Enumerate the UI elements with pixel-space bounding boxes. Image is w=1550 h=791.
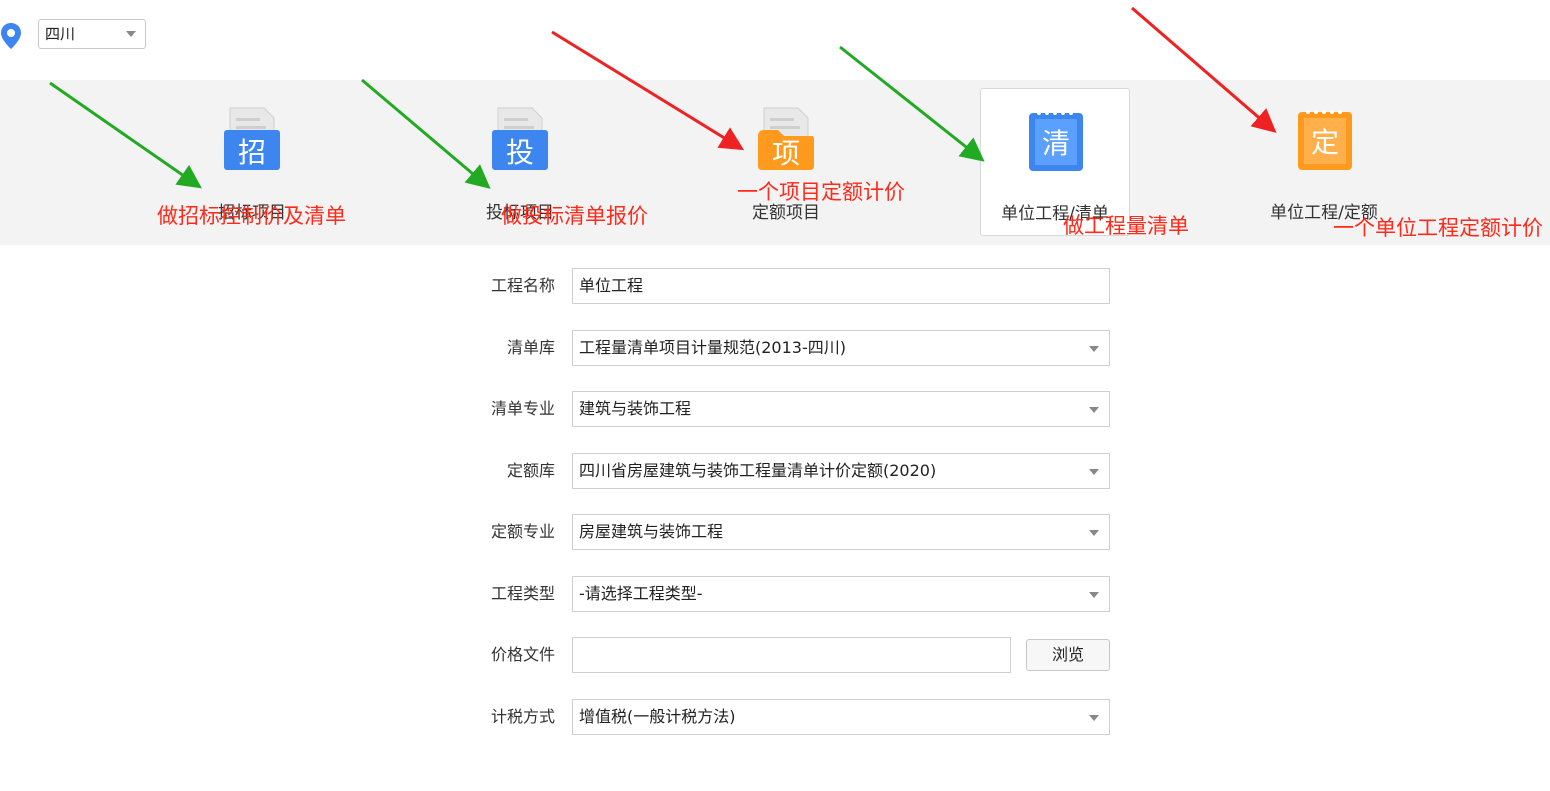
- document-icon: 投: [492, 107, 548, 170]
- project-type-select[interactable]: -请选择工程类型-: [572, 576, 1110, 612]
- annotation-text: 做工程量清单: [1063, 214, 1189, 238]
- field-label: 定额专业: [490, 522, 555, 541]
- type-glyph: 投: [506, 136, 534, 169]
- document-icon: 招: [224, 107, 280, 170]
- annotation-text: 一个单位工程定额计价: [1333, 216, 1543, 240]
- chevron-down-icon: [1089, 346, 1099, 352]
- browse-button[interactable]: 浏览: [1026, 639, 1110, 671]
- form-row-bill-specialty: 清单专业 建筑与装饰工程: [470, 391, 1110, 427]
- select-value: 房屋建筑与装饰工程: [579, 522, 724, 541]
- document-icon: 项: [758, 107, 814, 170]
- field-label: 定额库: [506, 461, 555, 480]
- form-row-tax-method: 计税方式 增值税(一般计税方法): [470, 699, 1110, 735]
- region-select-value: 四川: [45, 25, 76, 43]
- notebook-icon: 定: [1298, 110, 1352, 170]
- bill-library-select[interactable]: 工程量清单项目计量规范(2013-四川): [572, 330, 1110, 366]
- type-glyph: 招: [238, 136, 266, 169]
- region-select[interactable]: 四川: [38, 19, 146, 49]
- project-type-quota[interactable]: 项 定额项目: [711, 80, 861, 240]
- price-file-input[interactable]: [572, 637, 1011, 673]
- chevron-down-icon: [1089, 530, 1099, 536]
- tax-method-select[interactable]: 增值税(一般计税方法): [572, 699, 1110, 735]
- select-value: 建筑与装饰工程: [579, 399, 692, 418]
- quota-library-select[interactable]: 四川省房屋建筑与装饰工程量清单计价定额(2020): [572, 453, 1110, 489]
- chevron-down-icon: [126, 31, 136, 37]
- form-row-project-name: 工程名称 单位工程: [470, 268, 1110, 304]
- form-row-project-type: 工程类型 -请选择工程类型-: [470, 576, 1110, 612]
- chevron-down-icon: [1089, 469, 1099, 475]
- select-value: 四川省房屋建筑与装饰工程量清单计价定额(2020): [579, 461, 937, 480]
- field-label: 工程类型: [490, 584, 555, 603]
- field-label: 价格文件: [490, 645, 555, 664]
- field-label: 清单库: [506, 338, 555, 357]
- chevron-down-icon: [1089, 592, 1099, 598]
- annotation-text: 一个项目定额计价: [737, 180, 905, 204]
- select-value: 工程量清单项目计量规范(2013-四川): [579, 338, 846, 357]
- chevron-down-icon: [1089, 715, 1099, 721]
- form-row-quota-library: 定额库 四川省房屋建筑与装饰工程量清单计价定额(2020): [470, 453, 1110, 489]
- form-row-quota-specialty: 定额专业 房屋建筑与装饰工程: [470, 514, 1110, 550]
- type-glyph: 清: [1042, 127, 1070, 160]
- notebook-icon: 清: [1029, 111, 1083, 171]
- form-row-bill-library: 清单库 工程量清单项目计量规范(2013-四川): [470, 330, 1110, 366]
- annotation-text: 做投标清单报价: [501, 204, 648, 228]
- field-label: 计税方式: [490, 707, 555, 726]
- annotation-text: 做招标控制价及清单: [157, 204, 346, 228]
- location-pin-icon: [1, 23, 21, 49]
- type-glyph: 项: [772, 137, 800, 170]
- select-value: 增值税(一般计税方法): [579, 707, 736, 726]
- field-label: 工程名称: [490, 276, 555, 295]
- select-value: -请选择工程类型-: [579, 584, 703, 603]
- quota-specialty-select[interactable]: 房屋建筑与装饰工程: [572, 514, 1110, 550]
- field-label: 清单专业: [490, 399, 555, 418]
- bill-specialty-select[interactable]: 建筑与装饰工程: [572, 391, 1110, 427]
- form-row-price-file: 价格文件 浏览: [470, 637, 1110, 673]
- type-glyph: 定: [1311, 126, 1339, 159]
- project-name-input[interactable]: 单位工程: [572, 268, 1110, 304]
- chevron-down-icon: [1089, 407, 1099, 413]
